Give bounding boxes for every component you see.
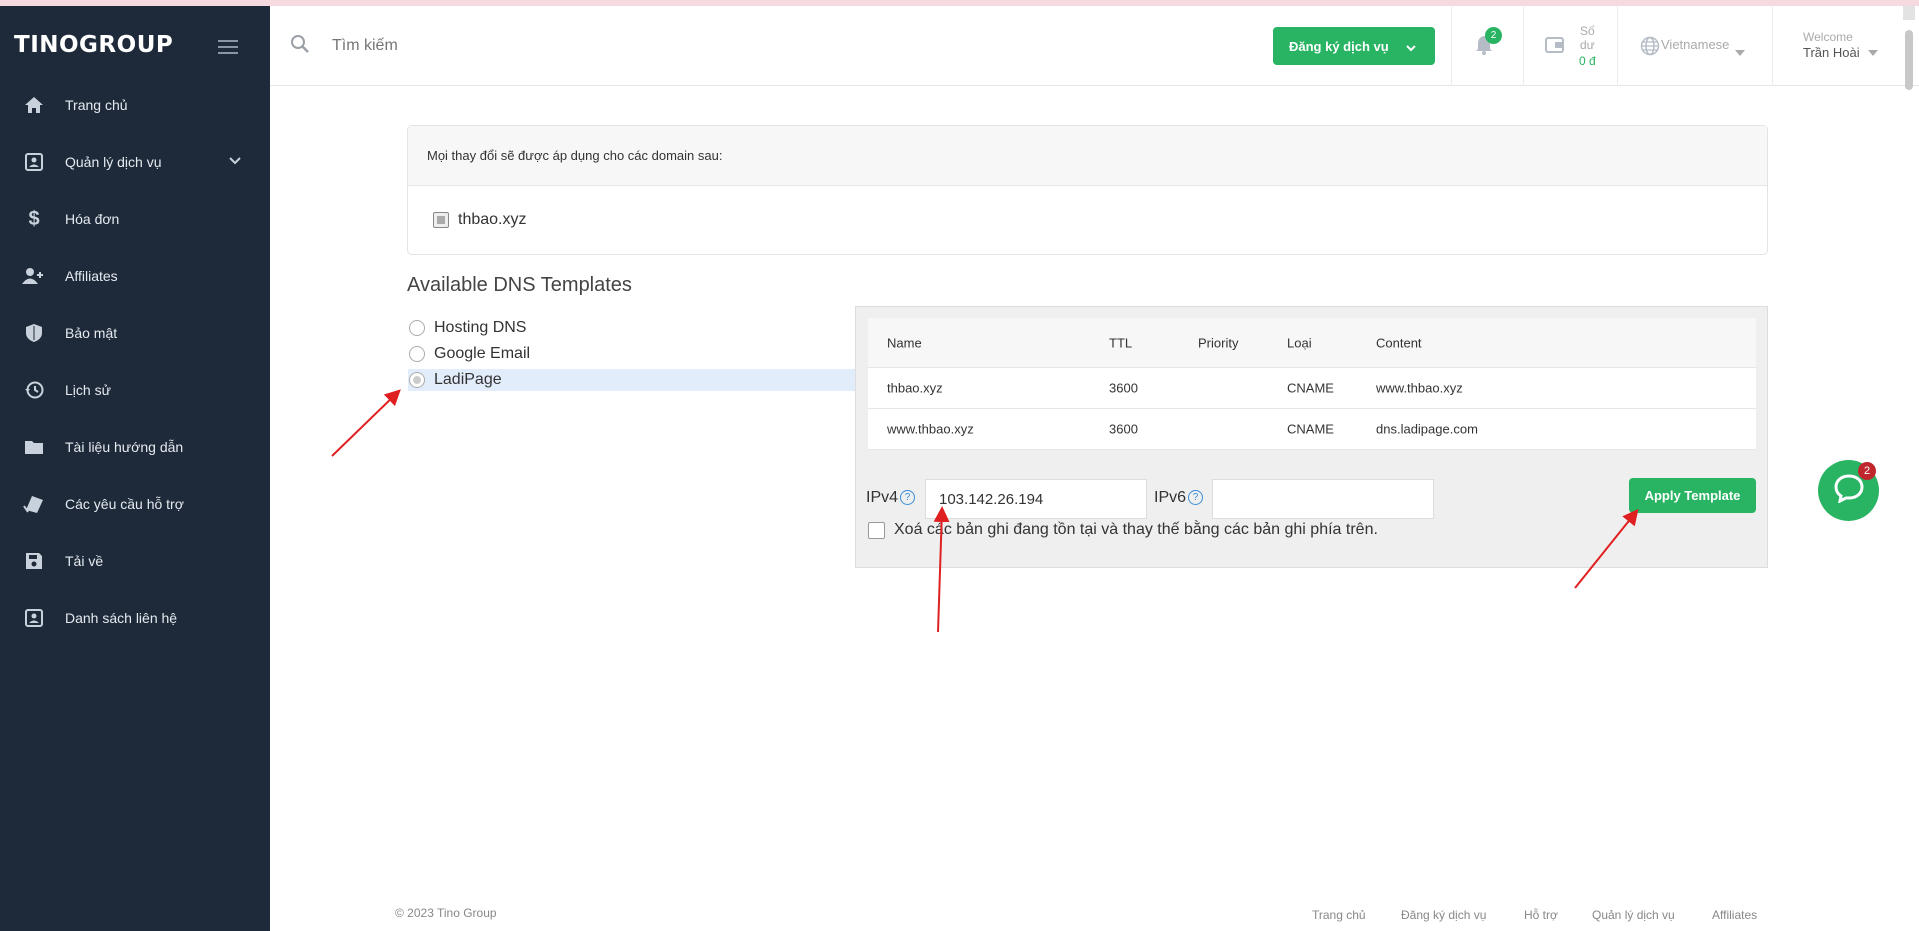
menu-toggle-icon[interactable] (218, 40, 238, 56)
caret-down-icon (1735, 43, 1745, 61)
sidebar-item-support[interactable]: Các yêu cầu hỗ trợ (0, 484, 270, 524)
apply-template-button[interactable]: Apply Template (1629, 478, 1756, 513)
chat-badge: 2 (1858, 462, 1876, 480)
register-service-button[interactable]: Đăng ký dịch vụ (1273, 27, 1435, 65)
sidebar-item-security[interactable]: Bảo mật (0, 313, 270, 353)
notification-badge: 2 (1485, 27, 1502, 44)
help-icon[interactable]: ? (900, 490, 916, 506)
chevron-down-icon (1405, 41, 1417, 56)
sidebar: TINOGROUP Trang chủ Quản lý dịch vụ $ Hó… (0, 6, 270, 931)
sidebar-item-affiliates[interactable]: Affiliates (0, 256, 270, 296)
footer-copyright: © 2023 Tino Group (395, 906, 497, 920)
sidebar-item-invoices[interactable]: $ Hóa đơn (0, 199, 270, 239)
template-option-ladipage[interactable]: LadiPage (408, 369, 856, 391)
sidebar-item-history[interactable]: Lịch sử (0, 370, 270, 410)
template-preview-panel: Name TTL Priority Loại Content thbao.xyz… (855, 306, 1768, 568)
template-option-hosting-dns[interactable]: Hosting DNS (408, 317, 856, 339)
users-icon (22, 264, 46, 288)
balance-value: 0 đ (1579, 54, 1596, 68)
chat-bubble-icon (1833, 473, 1865, 508)
home-icon (22, 93, 46, 117)
contact-icon (22, 606, 46, 630)
replace-records-label: Xoá các bản ghi đang tồn tại và thay thế… (894, 521, 1378, 538)
globe-icon (1640, 36, 1660, 61)
search-icon (290, 34, 310, 59)
user-menu[interactable]: Trần Hoài (1803, 45, 1860, 60)
language-selector[interactable]: Vietnamese (1661, 37, 1729, 52)
domain-label: thbao.xyz (458, 211, 527, 228)
radio-button[interactable] (409, 372, 425, 388)
ticket-icon (22, 492, 46, 516)
table-row: www.thbao.xyz 3600 CNAME dns.ladipage.co… (868, 409, 1756, 450)
domain-checkbox[interactable] (433, 212, 449, 228)
ipv6-input[interactable] (1212, 479, 1434, 519)
sidebar-item-docs[interactable]: Tài liệu hướng dẫn (0, 427, 270, 467)
footer-link-register[interactable]: Đăng ký dịch vụ (1401, 908, 1486, 922)
footer-link-support[interactable]: Hỗ trợ (1524, 908, 1558, 922)
dns-records-table: Name TTL Priority Loại Content thbao.xyz… (868, 318, 1756, 450)
balance-label: Số dư (1580, 24, 1595, 52)
dollar-icon: $ (28, 207, 40, 230)
scrollbar-thumb[interactable] (1905, 30, 1913, 90)
chevron-down-icon[interactable] (228, 153, 242, 171)
logo: TINOGROUP (14, 32, 174, 58)
domain-panel: Mọi thay đổi sẽ được áp dụng cho các dom… (407, 125, 1768, 255)
sidebar-item-contacts[interactable]: Danh sách liên hệ (0, 598, 270, 638)
domain-panel-heading: Mọi thay đổi sẽ được áp dụng cho các dom… (408, 126, 1767, 186)
radio-button[interactable] (409, 346, 425, 362)
folder-icon (22, 435, 46, 459)
id-card-icon (22, 150, 46, 174)
template-option-google-email[interactable]: Google Email (408, 343, 856, 365)
sidebar-item-home[interactable]: Trang chủ (0, 85, 270, 125)
ipv4-input[interactable] (925, 479, 1147, 519)
ipv4-label: IPv4? (866, 489, 916, 507)
caret-down-icon (1868, 43, 1878, 61)
table-header: Name TTL Priority Loại Content (868, 318, 1756, 368)
sidebar-item-services[interactable]: Quản lý dịch vụ (0, 142, 270, 182)
templates-title: Available DNS Templates (407, 274, 632, 296)
ipv6-label: IPv6? (1154, 489, 1204, 507)
welcome-label: Welcome (1803, 30, 1853, 44)
footer-link-home[interactable]: Trang chủ (1312, 908, 1366, 922)
footer-link-services[interactable]: Quản lý dịch vụ (1592, 908, 1675, 922)
replace-records-checkbox[interactable] (868, 522, 885, 539)
footer-link-affiliates[interactable]: Affiliates (1712, 908, 1757, 922)
search-input[interactable] (332, 31, 632, 61)
shield-icon (22, 321, 46, 345)
sidebar-item-downloads[interactable]: Tải về (0, 541, 270, 581)
arrow-to-ladipage (331, 389, 401, 457)
history-icon (22, 378, 46, 402)
save-icon (22, 549, 46, 573)
radio-button[interactable] (409, 320, 425, 336)
top-bar: Đăng ký dịch vụ 2 Số dư 0 đ Vietnamese W… (270, 6, 1919, 86)
help-icon[interactable]: ? (1188, 490, 1204, 506)
scrollbar-arrow[interactable] (1903, 6, 1915, 20)
table-row: thbao.xyz 3600 CNAME www.thbao.xyz (868, 368, 1756, 409)
wallet-icon (1545, 36, 1565, 59)
